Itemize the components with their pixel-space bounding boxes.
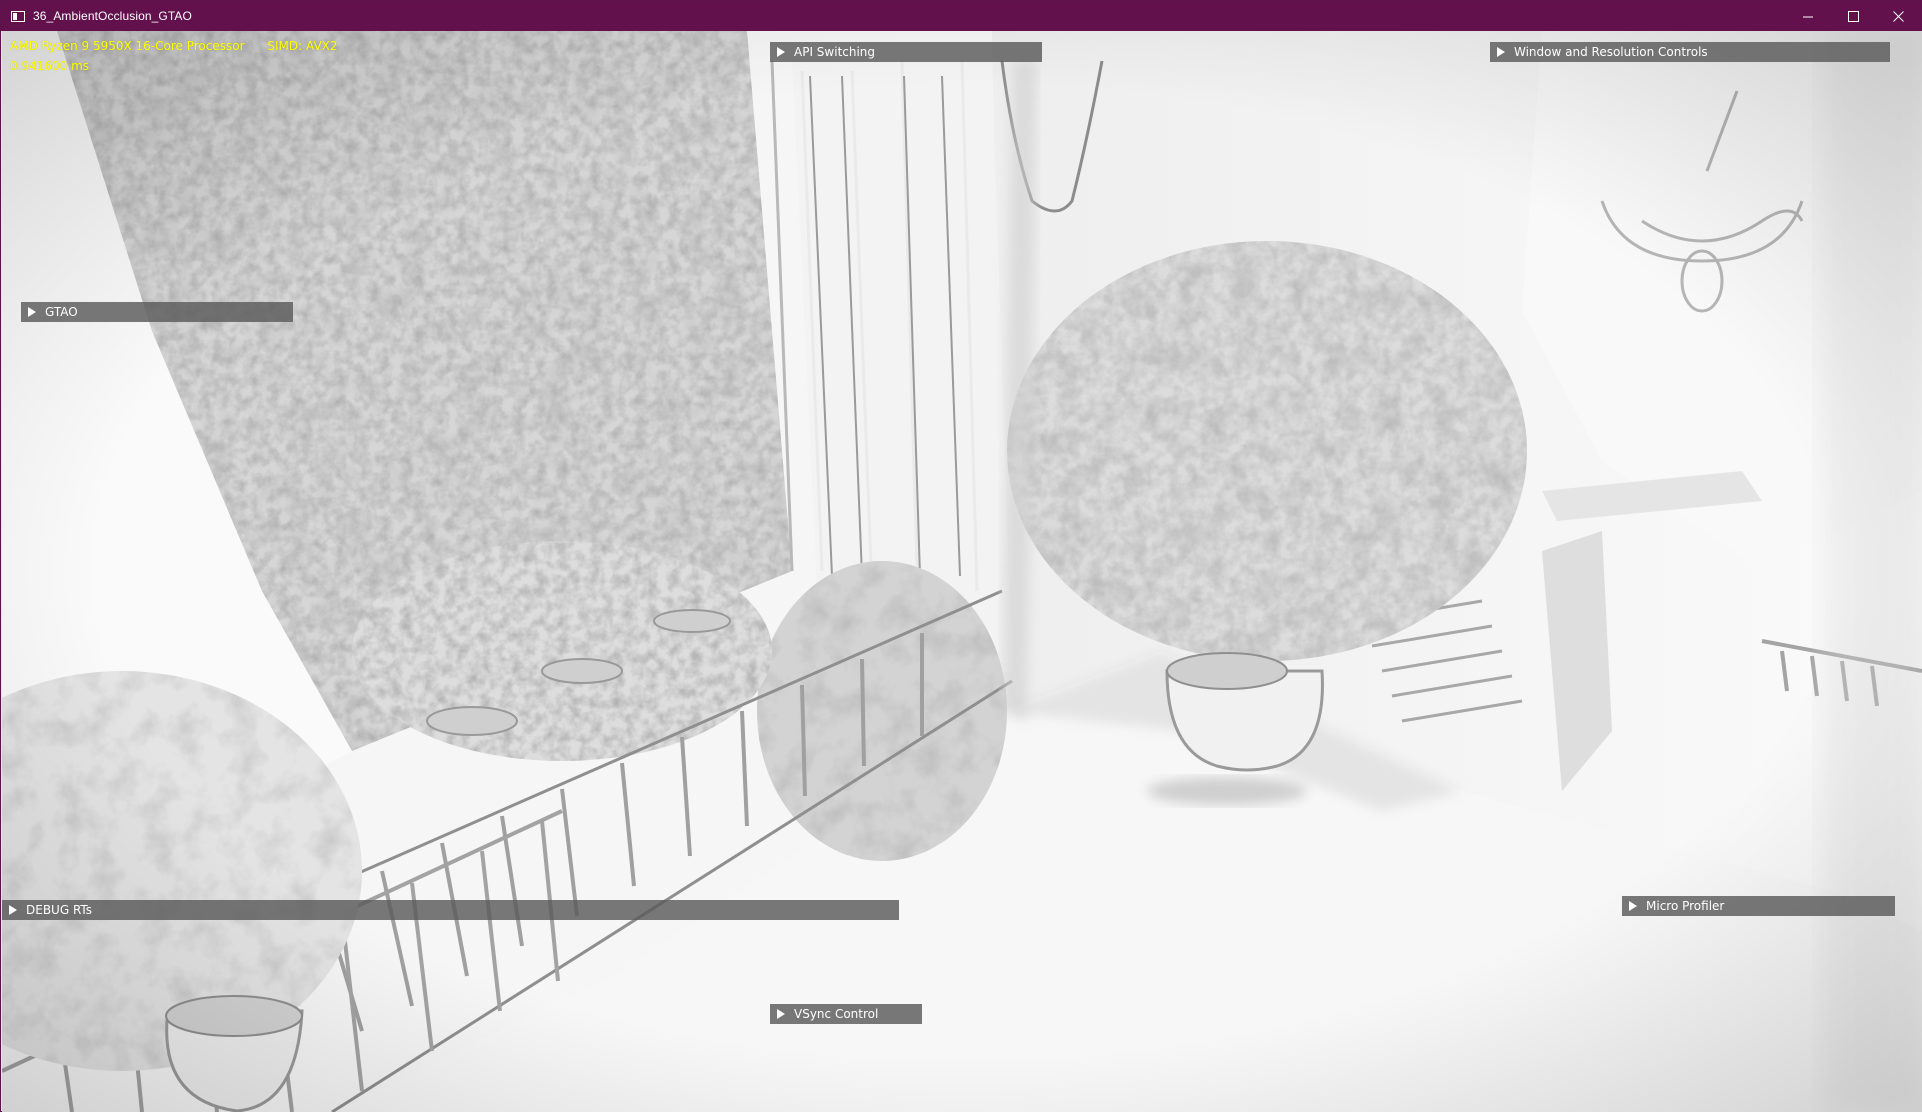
expand-arrow-icon [9,905,17,915]
vsync-control-label: VSync Control [794,1007,879,1021]
render-viewport[interactable]: AMD Ryzen 9 5950X 16-Core Processor SIMD… [2,31,1922,1112]
close-button[interactable] [1876,1,1921,31]
maximize-button[interactable] [1831,1,1876,31]
api-switching-label: API Switching [794,45,876,59]
vsync-control-panel[interactable]: VSync Control [770,1004,922,1024]
frame-time-text: 0.941600 ms [10,59,90,73]
expand-arrow-icon [777,1009,785,1019]
close-icon [1893,10,1904,22]
gtao-panel[interactable]: GTAO [21,302,293,322]
expand-arrow-icon [28,307,36,317]
cpu-info-text: AMD Ryzen 9 5950X 16-Core Processor SIMD… [10,39,338,53]
app-window: 36_AmbientOcclusion_GTAO AMD Ryzen 9 595… [0,0,1922,1112]
debug-rts-label: DEBUG RTs [26,903,93,917]
expand-arrow-icon [777,47,785,57]
window-title: 36_AmbientOcclusion_GTAO [33,9,192,23]
minimize-button[interactable] [1786,1,1831,31]
window-resolution-label: Window and Resolution Controls [1514,45,1708,59]
micro-profiler-panel[interactable]: Micro Profiler [1622,896,1895,916]
micro-profiler-label: Micro Profiler [1646,899,1725,913]
gtao-label: GTAO [45,305,78,319]
api-switching-panel[interactable]: API Switching [770,42,1042,62]
title-bar[interactable]: 36_AmbientOcclusion_GTAO [1,1,1921,31]
maximize-icon [1848,10,1859,22]
ao-scene-render [2,31,1922,1112]
expand-arrow-icon [1629,901,1637,911]
debug-rts-panel[interactable]: DEBUG RTs [2,900,899,920]
window-controls [1786,1,1921,31]
window-resolution-panel[interactable]: Window and Resolution Controls [1490,42,1890,62]
expand-arrow-icon [1497,47,1505,57]
minimize-icon [1803,16,1813,17]
app-icon [11,10,25,22]
